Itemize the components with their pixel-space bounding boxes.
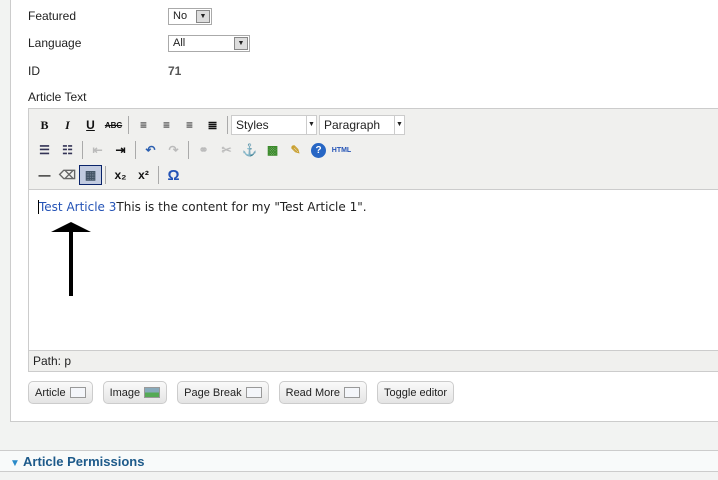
toggle-editor-button[interactable]: Toggle editor: [377, 381, 455, 404]
separator: [188, 141, 189, 159]
separator: [128, 116, 129, 134]
horizontal-rule-icon[interactable]: —: [33, 165, 56, 185]
link-icon[interactable]: ⚭: [192, 140, 215, 160]
subscript-button[interactable]: x₂: [109, 165, 132, 185]
readmore-icon: [344, 387, 361, 398]
language-label: Language: [28, 36, 82, 50]
insert-image-button[interactable]: Image: [102, 381, 168, 404]
article-link[interactable]: Test Article 3: [39, 200, 116, 214]
align-center-icon[interactable]: ≡: [155, 115, 178, 135]
chevron-down-icon: ▼: [306, 116, 316, 134]
editor-toolbar: B I U ABC ≡ ≡ ≡ ≣ Styles ▼ Paragraph ▼ ☰ ☷…: [29, 109, 718, 190]
editor-path-bar: Path: p: [29, 350, 718, 371]
featured-value: No: [173, 10, 188, 22]
image-icon[interactable]: ▩: [261, 140, 284, 160]
separator: [227, 116, 228, 134]
styles-value: Styles: [236, 118, 269, 132]
pagebreak-label: Page Break: [184, 386, 242, 399]
help-icon[interactable]: ?: [311, 142, 326, 158]
eraser-icon[interactable]: ⌫: [56, 165, 79, 185]
table-icon[interactable]: ▦: [79, 165, 102, 185]
align-justify-icon[interactable]: ≣: [201, 115, 224, 135]
separator: [135, 141, 136, 159]
bullet-list-icon[interactable]: ☰: [33, 140, 56, 160]
language-select[interactable]: All ▼: [168, 35, 250, 52]
separator: [105, 166, 106, 184]
image-icon: [144, 387, 161, 398]
pagebreak-icon: [245, 387, 262, 398]
content-text: This is the content for my "Test Article…: [116, 200, 367, 214]
format-dropdown[interactable]: Paragraph ▼: [319, 115, 405, 135]
redo-icon[interactable]: ↷: [162, 140, 185, 160]
superscript-button[interactable]: x²: [132, 165, 155, 185]
image-label: Image: [109, 386, 141, 399]
format-value: Paragraph: [324, 118, 381, 132]
unlink-icon[interactable]: ✂: [215, 140, 238, 160]
italic-button[interactable]: I: [56, 115, 79, 135]
outdent-icon[interactable]: ⇤: [86, 140, 109, 160]
read-more-button[interactable]: Read More: [278, 381, 368, 404]
strikethrough-button[interactable]: ABC: [102, 115, 125, 135]
numbered-list-icon[interactable]: ☷: [56, 140, 79, 160]
page-break-button[interactable]: Page Break: [177, 381, 269, 404]
id-label: ID: [28, 64, 40, 78]
styles-dropdown[interactable]: Styles ▼: [231, 115, 317, 135]
align-right-icon[interactable]: ≡: [178, 115, 201, 135]
special-char-button[interactable]: Ω: [162, 165, 185, 185]
chevron-down-icon: ▼: [196, 10, 210, 23]
article-text-label: Article Text: [28, 90, 87, 104]
editor-content[interactable]: Test Article 3This is the content for my…: [29, 190, 718, 350]
expand-triangle-icon: ▼: [10, 458, 20, 469]
underline-button[interactable]: U: [79, 115, 102, 135]
article-label: Article: [35, 386, 66, 399]
chevron-down-icon: ▼: [234, 37, 248, 50]
article-icon: [69, 387, 86, 398]
indent-icon[interactable]: ⇥: [109, 140, 132, 160]
anchor-icon[interactable]: ⚓: [238, 140, 261, 160]
chevron-down-icon: ▼: [394, 116, 404, 134]
html-source-button[interactable]: HTML: [330, 140, 353, 160]
language-value: All: [173, 37, 186, 49]
undo-icon[interactable]: ↶: [139, 140, 162, 160]
arrow-up-annotation: [51, 222, 91, 296]
separator: [158, 166, 159, 184]
featured-select[interactable]: No ▼: [168, 8, 212, 25]
permissions-title: Article Permissions: [23, 454, 145, 469]
rich-text-editor: B I U ABC ≡ ≡ ≡ ≣ Styles ▼ Paragraph ▼ ☰ ☷…: [28, 108, 718, 372]
featured-label: Featured: [28, 9, 77, 23]
align-left-icon[interactable]: ≡: [132, 115, 155, 135]
id-value: 71: [168, 64, 182, 78]
insert-article-button[interactable]: Article: [28, 381, 93, 404]
article-permissions-header[interactable]: ▼ Article Permissions: [0, 450, 718, 472]
readmore-label: Read More: [285, 386, 341, 399]
cleanup-brush-icon[interactable]: ✎: [284, 140, 307, 160]
separator: [82, 141, 83, 159]
bold-button[interactable]: B: [33, 115, 56, 135]
editor-buttons: Article Image Page Break Read More Toggl…: [28, 381, 455, 404]
